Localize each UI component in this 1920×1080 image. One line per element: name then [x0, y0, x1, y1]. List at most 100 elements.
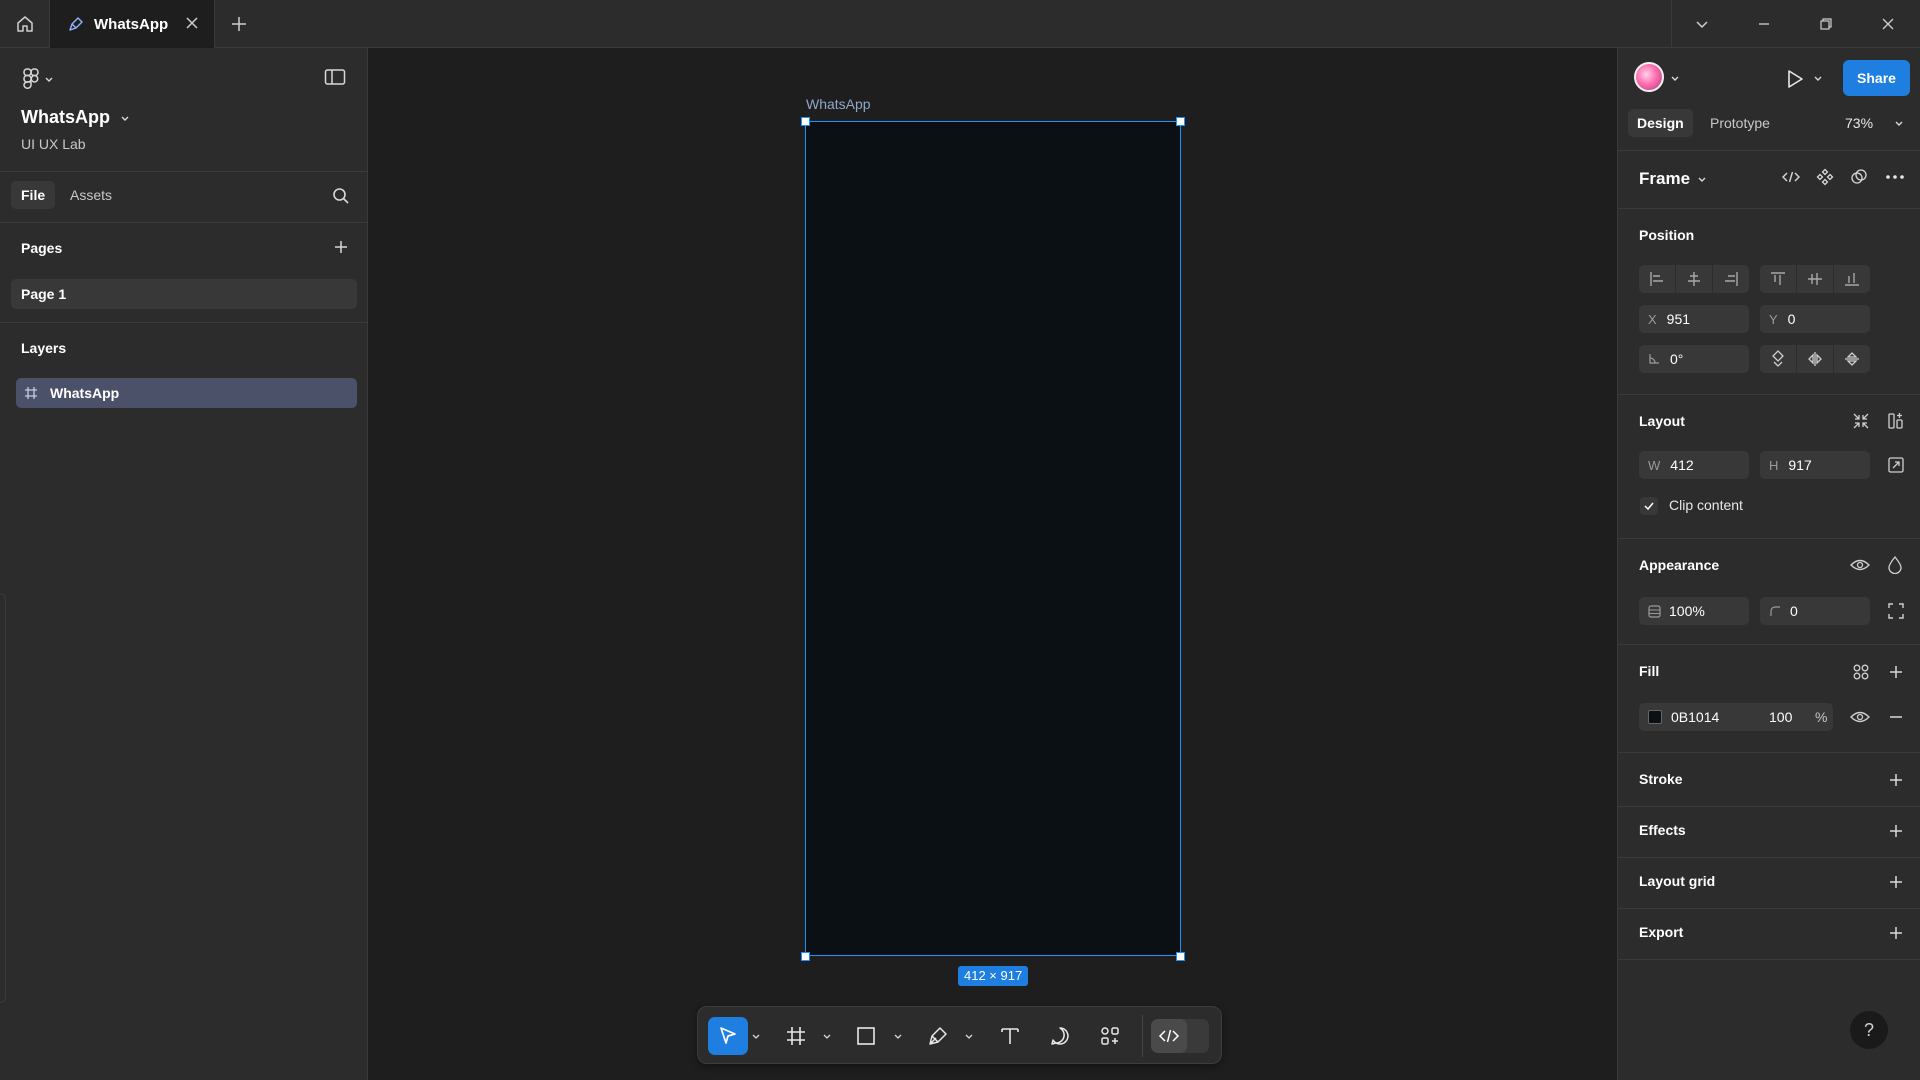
- frame-size-badge: 412 × 917: [958, 966, 1029, 986]
- tab-assets[interactable]: Assets: [60, 181, 122, 209]
- flip-vertical-button[interactable]: [1834, 345, 1870, 373]
- play-icon[interactable]: [1786, 69, 1804, 89]
- corner-radius-field[interactable]: 0: [1760, 597, 1870, 625]
- home-button[interactable]: [0, 0, 50, 48]
- opacity-field[interactable]: 100%: [1639, 597, 1749, 625]
- search-layers-button[interactable]: [332, 187, 350, 205]
- text-tool-button[interactable]: [992, 1017, 1028, 1055]
- comment-tool-button[interactable]: [1042, 1017, 1078, 1055]
- align-top-button[interactable]: [1760, 265, 1796, 293]
- minimize-button[interactable]: [1733, 0, 1795, 48]
- tab-whatsapp[interactable]: WhatsApp: [50, 0, 215, 48]
- chevron-down-icon[interactable]: [1813, 73, 1823, 83]
- h-value: 917: [1788, 457, 1812, 473]
- chevron-down-icon[interactable]: [822, 1031, 832, 1041]
- align-center-v-button[interactable]: [1797, 265, 1833, 293]
- y-position-field[interactable]: Y 0: [1760, 305, 1870, 333]
- styles-icon[interactable]: [1852, 663, 1870, 681]
- add-effect-plus-icon[interactable]: [1887, 822, 1905, 840]
- boolean-icon[interactable]: [1850, 168, 1868, 186]
- zoom-level[interactable]: 73%: [1845, 115, 1873, 131]
- opacity-icon: [1648, 604, 1661, 618]
- dev-mode-button[interactable]: [1151, 1019, 1187, 1053]
- sidebar-icon: [324, 69, 346, 85]
- independent-corners-icon[interactable]: [1887, 602, 1905, 620]
- tab-close-button[interactable]: [184, 15, 200, 31]
- auto-layout-icon[interactable]: [1887, 412, 1905, 430]
- selection-type[interactable]: Frame: [1639, 169, 1690, 189]
- divider: [1618, 908, 1920, 909]
- chevron-down-icon[interactable]: [893, 1031, 903, 1041]
- share-button[interactable]: Share: [1843, 60, 1910, 96]
- divider: [1618, 394, 1920, 395]
- rotation-field[interactable]: 0°: [1639, 345, 1749, 373]
- width-field[interactable]: W 412: [1639, 451, 1749, 479]
- height-field[interactable]: H 917: [1760, 451, 1870, 479]
- align-center-h-button[interactable]: [1676, 265, 1712, 293]
- fill-swatch[interactable]: [1648, 710, 1662, 724]
- actions-tool-button[interactable]: [1092, 1017, 1128, 1055]
- x-position-field[interactable]: X 951: [1639, 305, 1749, 333]
- layer-item[interactable]: WhatsApp: [16, 378, 357, 408]
- eye-icon[interactable]: [1850, 557, 1870, 573]
- move-tool-button[interactable]: [708, 1017, 748, 1055]
- selected-frame[interactable]: [805, 121, 1181, 956]
- window-close-button[interactable]: [1857, 0, 1919, 48]
- blend-drop-icon[interactable]: [1887, 556, 1903, 574]
- restore-button[interactable]: [1795, 0, 1857, 48]
- chevron-down-icon: [45, 77, 53, 82]
- resize-handle-bottom-left[interactable]: [801, 952, 810, 961]
- tab-prototype[interactable]: Prototype: [1710, 115, 1770, 131]
- align-right-icon: [1725, 272, 1738, 286]
- align-bottom-button[interactable]: [1834, 265, 1870, 293]
- align-right-button[interactable]: [1713, 265, 1749, 293]
- panel-edge-handle[interactable]: [0, 593, 6, 1003]
- add-export-plus-icon[interactable]: [1887, 924, 1905, 942]
- chevron-down-icon[interactable]: [751, 1031, 761, 1041]
- more-icon[interactable]: [1885, 173, 1905, 181]
- chevron-down-icon[interactable]: [1697, 174, 1707, 184]
- resize-handle-top-left[interactable]: [801, 117, 810, 126]
- toggle-sidebar-button[interactable]: [324, 68, 346, 86]
- help-button[interactable]: ?: [1850, 1011, 1888, 1049]
- clip-content-label[interactable]: Clip content: [1669, 497, 1743, 513]
- rotate-button[interactable]: [1760, 345, 1796, 373]
- chevron-down-icon[interactable]: [964, 1031, 974, 1041]
- resize-handle-bottom-right[interactable]: [1176, 952, 1185, 961]
- tab-file[interactable]: File: [11, 181, 56, 209]
- fill-color-field[interactable]: 0B1014 100 %: [1639, 703, 1833, 731]
- resize-handle-top-right[interactable]: [1176, 117, 1185, 126]
- tabs-menu-button[interactable]: [1671, 0, 1733, 48]
- frame-tool-button[interactable]: [778, 1017, 814, 1055]
- avatar[interactable]: [1634, 62, 1664, 92]
- minus-icon[interactable]: [1887, 708, 1905, 726]
- pen-tool-button[interactable]: [920, 1017, 956, 1055]
- eye-icon[interactable]: [1850, 709, 1870, 725]
- code-icon[interactable]: [1781, 169, 1801, 185]
- position-heading: Position: [1639, 227, 1695, 243]
- component-icon[interactable]: [1816, 168, 1834, 186]
- frame-label[interactable]: WhatsApp: [806, 96, 871, 112]
- cursor-icon: [720, 1027, 736, 1044]
- page-item[interactable]: Page 1: [11, 279, 357, 309]
- pen-icon: [929, 1027, 947, 1045]
- add-page-button[interactable]: [332, 238, 350, 256]
- add-layout-grid-plus-icon[interactable]: [1887, 873, 1905, 891]
- clip-content-checkbox[interactable]: [1640, 497, 1658, 515]
- rectangle-tool-button[interactable]: [848, 1017, 884, 1055]
- main-menu-button[interactable]: [22, 68, 54, 90]
- collapse-icon[interactable]: [1852, 412, 1870, 430]
- plus-icon: [232, 17, 246, 31]
- new-tab-button[interactable]: [228, 13, 250, 35]
- flip-horizontal-button[interactable]: [1797, 345, 1833, 373]
- chevron-down-icon[interactable]: [1670, 73, 1680, 83]
- dev-mode-toggle[interactable]: [1151, 1019, 1209, 1053]
- resize-to-fit-icon[interactable]: [1887, 456, 1905, 474]
- file-name-button[interactable]: WhatsApp: [21, 107, 130, 128]
- divider: [1618, 538, 1920, 539]
- plus-icon[interactable]: [1887, 663, 1905, 681]
- add-stroke-plus-icon[interactable]: [1887, 771, 1905, 789]
- align-left-button[interactable]: [1639, 265, 1675, 293]
- chevron-down-icon[interactable]: [1894, 118, 1904, 128]
- tab-design[interactable]: Design: [1628, 109, 1693, 137]
